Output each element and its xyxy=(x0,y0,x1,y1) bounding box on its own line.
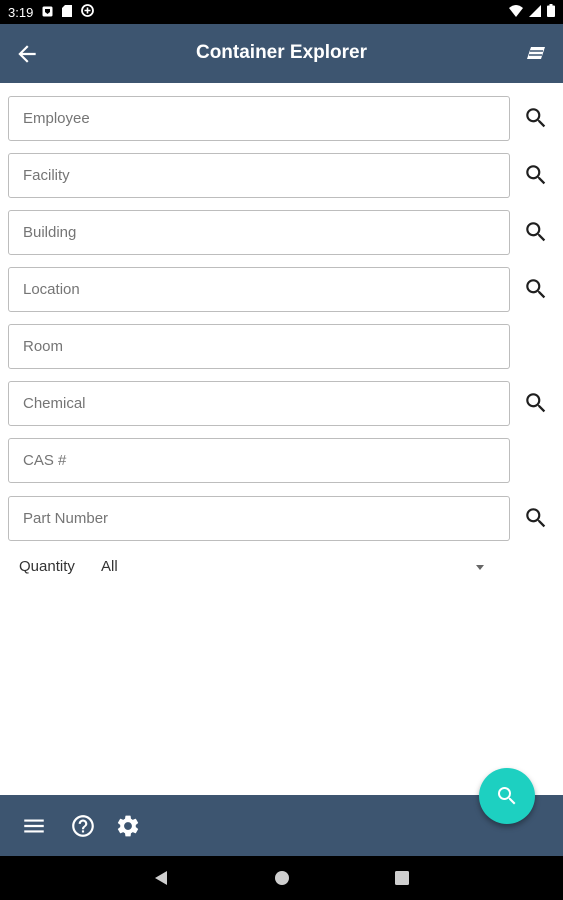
settings-icon xyxy=(117,815,139,837)
search-icon xyxy=(526,279,546,299)
location-row xyxy=(8,267,563,312)
employee-field[interactable] xyxy=(8,96,510,141)
battery-icon xyxy=(547,4,555,20)
status-right xyxy=(509,4,555,20)
part-number-search-button[interactable] xyxy=(523,505,549,531)
quantity-label: Quantity xyxy=(19,558,75,575)
menu-icon xyxy=(24,819,44,833)
search-icon xyxy=(526,165,546,185)
recents-square-icon xyxy=(395,871,409,885)
part-number-field[interactable] xyxy=(8,496,510,541)
container-explorer-screen: 3:19 Container Explorer Employee Facilit… xyxy=(0,0,563,900)
nav-back-button[interactable] xyxy=(152,869,170,887)
facility-field[interactable] xyxy=(8,153,510,198)
help-icon xyxy=(72,815,94,837)
signal-icon xyxy=(529,4,541,20)
part-number-row xyxy=(8,496,563,541)
settings-button[interactable] xyxy=(115,813,141,839)
page-title: Container Explorer xyxy=(195,42,368,63)
search-icon xyxy=(526,393,546,413)
nav-home-button[interactable] xyxy=(273,869,291,887)
bottom-toolbar xyxy=(0,795,563,856)
search-icon xyxy=(498,787,516,805)
sync-icon xyxy=(81,4,95,20)
employee-row xyxy=(8,96,563,141)
building-search-button[interactable] xyxy=(523,219,549,245)
building-field[interactable] xyxy=(8,210,510,255)
search-icon xyxy=(526,108,546,128)
facility-search-button[interactable] xyxy=(523,162,549,188)
back-triangle-icon xyxy=(155,871,167,885)
employee-search-button[interactable] xyxy=(523,105,549,131)
status-left: 3:19 xyxy=(8,4,95,20)
wifi-icon xyxy=(509,4,523,20)
menu-button[interactable] xyxy=(21,813,47,839)
sd-card-icon xyxy=(62,4,73,20)
system-nav-bar xyxy=(0,856,563,900)
search-icon xyxy=(526,222,546,242)
chemical-field[interactable] xyxy=(8,381,510,426)
search-fab-button[interactable] xyxy=(479,768,535,824)
cas-number-field[interactable] xyxy=(8,438,510,483)
nav-recents-button[interactable] xyxy=(393,869,411,887)
eraser-icon xyxy=(527,47,545,59)
quantity-row: Quantity All xyxy=(0,556,563,578)
room-field[interactable] xyxy=(8,324,510,369)
search-icon xyxy=(526,508,546,528)
building-row xyxy=(8,210,563,255)
chemical-row xyxy=(8,381,563,426)
cas-number-row xyxy=(8,438,563,483)
location-search-button[interactable] xyxy=(523,276,549,302)
room-row xyxy=(8,324,563,369)
status-time: 3:19 xyxy=(8,4,34,20)
dropdown-arrow-icon xyxy=(476,565,484,570)
quantity-dropdown[interactable]: All xyxy=(92,556,492,578)
chemical-search-button[interactable] xyxy=(523,390,549,416)
facility-row xyxy=(8,153,563,198)
clear-form-button[interactable] xyxy=(525,42,549,66)
notification-icon xyxy=(42,5,53,20)
location-field[interactable] xyxy=(8,267,510,312)
home-circle-icon xyxy=(275,871,289,885)
quantity-selected-value: All xyxy=(101,558,118,575)
help-button[interactable] xyxy=(70,813,96,839)
app-bar: Container Explorer xyxy=(0,24,563,83)
status-bar: 3:19 xyxy=(0,0,563,24)
